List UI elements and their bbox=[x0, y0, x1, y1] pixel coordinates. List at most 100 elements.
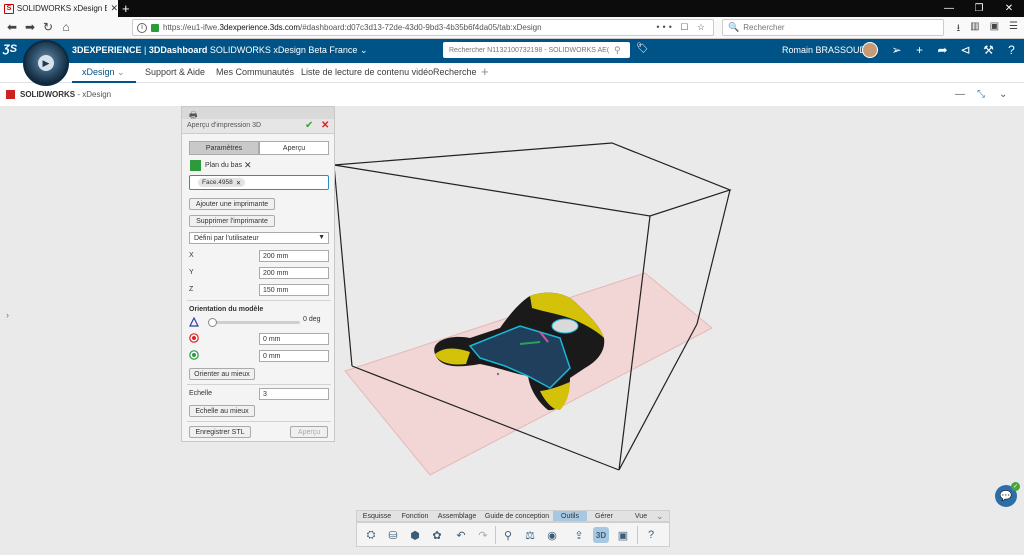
redo-icon[interactable]: ↷ bbox=[475, 527, 491, 543]
tab-communities[interactable]: Mes Communautés bbox=[216, 67, 294, 77]
info-icon[interactable]: i bbox=[137, 22, 147, 33]
forward-icon[interactable]: ➡ bbox=[22, 20, 38, 34]
home-icon[interactable]: ⌂ bbox=[58, 20, 74, 34]
browser-search-box[interactable]: 🔍 bbox=[722, 19, 944, 36]
tab-design-guide[interactable]: Guide de conception bbox=[481, 511, 553, 521]
collapse-widget-icon[interactable]: ⤡ bbox=[977, 89, 985, 100]
z-dimension-field[interactable]: 150 mm bbox=[259, 284, 329, 296]
cancel-icon[interactable]: ✕ bbox=[321, 120, 329, 131]
3d-scene[interactable] bbox=[0, 106, 1024, 555]
url-text[interactable]: https://eu1-ifwe.3dexperience.3ds.com/#d… bbox=[163, 23, 652, 32]
play-icon[interactable]: ▶ bbox=[38, 55, 54, 71]
add-icon[interactable]: + bbox=[912, 42, 927, 57]
browser-tab-title: SOLIDWORKS xDesign Beta Fra bbox=[16, 4, 108, 13]
scale-best-button[interactable]: Echelle au mieux bbox=[189, 405, 255, 417]
tab-manage[interactable]: Gérer bbox=[587, 511, 621, 521]
orient-best-button[interactable]: Orienter au mieux bbox=[189, 368, 255, 380]
download-icon[interactable]: ⭳ bbox=[957, 21, 961, 38]
reload-icon[interactable]: ↻ bbox=[40, 20, 56, 34]
3d-print-icon[interactable]: 3D bbox=[593, 527, 609, 543]
network-icon[interactable]: ⊲ bbox=[958, 42, 973, 57]
divider bbox=[187, 384, 331, 385]
tab-xdesign[interactable]: xDesign ⌄ bbox=[82, 67, 125, 78]
view-options-icon[interactable]: ◉ bbox=[544, 527, 560, 543]
widget-menu-icon[interactable]: ⌄ bbox=[999, 89, 1007, 100]
sidebar-icon[interactable]: ▣ bbox=[990, 21, 999, 38]
minimize-window-button[interactable]: — bbox=[934, 0, 964, 17]
search-icon[interactable]: ⚲ bbox=[614, 45, 621, 56]
add-printer-button[interactable]: Ajouter une imprimante bbox=[189, 198, 275, 210]
chevron-down-icon[interactable]: ⌄ bbox=[117, 67, 125, 77]
app-title[interactable]: 3DEXPERIENCE | 3DDashboard SOLIDWORKS xD… bbox=[72, 45, 367, 56]
face-selection-field[interactable]: Face.4958 ✕ bbox=[189, 175, 329, 190]
tag-icon[interactable]: 🏷 bbox=[636, 43, 649, 54]
offset-field-2[interactable]: 0 mm bbox=[259, 350, 329, 362]
lock-icon bbox=[151, 23, 159, 32]
scale-label: Echelle bbox=[189, 390, 212, 397]
box-icon[interactable]: ⬢ bbox=[407, 527, 423, 543]
balance-icon[interactable]: ⚖ bbox=[522, 527, 538, 543]
tab-support[interactable]: Support & Aide bbox=[145, 67, 205, 77]
measure-icon[interactable]: ⛭ bbox=[363, 527, 379, 543]
3d-viewport[interactable] bbox=[0, 106, 1024, 555]
compass-app-icon[interactable]: ➢ bbox=[889, 42, 904, 57]
browser-search-input[interactable] bbox=[743, 23, 924, 32]
tab-view[interactable]: Vue bbox=[621, 511, 661, 521]
app-search-input[interactable] bbox=[449, 46, 614, 54]
tools-icon[interactable]: ⚒ bbox=[981, 42, 996, 57]
tab-sketch[interactable]: Esquisse bbox=[357, 511, 397, 521]
remove-printer-button[interactable]: Supprimer l'imprimante bbox=[189, 215, 275, 227]
expand-left-panel-icon[interactable]: › bbox=[6, 310, 9, 320]
library-icon[interactable]: ▥ bbox=[970, 21, 979, 38]
image-icon[interactable]: ▣ bbox=[615, 527, 631, 543]
offset-field-1[interactable]: 0 mm bbox=[259, 333, 329, 345]
tab-tools[interactable]: Outils bbox=[553, 511, 587, 521]
new-tab-icon[interactable]: + bbox=[122, 1, 130, 16]
add-tab-icon[interactable]: + bbox=[481, 64, 489, 79]
printer-select[interactable]: Défini par l'utilisateur ▼ bbox=[189, 232, 329, 244]
search-part-icon[interactable]: ⚲ bbox=[500, 527, 516, 543]
collapse-toolbar-icon[interactable]: ⌄ bbox=[656, 511, 664, 522]
back-icon[interactable]: ⬅ bbox=[4, 20, 20, 34]
close-tab-icon[interactable]: ✕ bbox=[110, 3, 118, 14]
help-icon[interactable]: ? bbox=[643, 527, 659, 543]
tab-assembly[interactable]: Assemblage bbox=[433, 511, 481, 521]
minimize-widget-icon[interactable]: — bbox=[955, 89, 965, 100]
preview-button[interactable]: Aperçu bbox=[290, 426, 328, 438]
rotation-slider[interactable] bbox=[208, 318, 300, 327]
user-name[interactable]: Romain BRASSOUD bbox=[782, 45, 866, 55]
page-actions-icon[interactable]: ••• ☐ ☆ bbox=[656, 22, 708, 33]
compass-icon[interactable]: ▶ bbox=[23, 40, 69, 86]
chat-icon[interactable]: 💬 ✓ bbox=[995, 482, 1020, 507]
remove-chip-icon[interactable]: ✕ bbox=[236, 179, 241, 187]
tab-preview[interactable]: Aperçu bbox=[259, 141, 329, 155]
y-dimension-field[interactable]: 200 mm bbox=[259, 267, 329, 279]
stack-icon[interactable]: ⛁ bbox=[385, 527, 401, 543]
panel-title: Aperçu d'impression 3D bbox=[187, 122, 262, 129]
tab-parameters[interactable]: Paramètres bbox=[189, 141, 259, 155]
tab-video-playlist[interactable]: Liste de lecture de contenu vidéo bbox=[301, 67, 433, 77]
help-icon[interactable]: ? bbox=[1004, 42, 1019, 57]
address-bar[interactable]: i https://eu1-ifwe.3dexperience.3ds.com/… bbox=[132, 19, 714, 36]
y-label: Y bbox=[189, 269, 194, 276]
x-dimension-field[interactable]: 200 mm bbox=[259, 250, 329, 262]
browser-tab[interactable]: S SOLIDWORKS xDesign Beta Fra ✕ bbox=[0, 0, 118, 17]
clear-plane-icon[interactable]: ✕ bbox=[244, 160, 252, 171]
divider bbox=[187, 300, 331, 301]
undo-icon[interactable]: ↶ bbox=[453, 527, 469, 543]
tab-search[interactable]: Recherche bbox=[433, 67, 477, 77]
tab-feature[interactable]: Fonction bbox=[397, 511, 433, 521]
confirm-icon[interactable]: ✔ bbox=[305, 120, 313, 131]
export-icon[interactable]: ⇪ bbox=[571, 527, 587, 543]
slider-handle[interactable] bbox=[208, 318, 217, 327]
scale-field[interactable]: 3 bbox=[259, 388, 329, 400]
restore-window-button[interactable]: ❐ bbox=[964, 0, 994, 17]
rebuild-icon[interactable]: ✿ bbox=[429, 527, 445, 543]
avatar[interactable] bbox=[862, 42, 878, 58]
share-icon[interactable]: ➦ bbox=[935, 42, 950, 57]
face-chip[interactable]: Face.4958 ✕ bbox=[198, 178, 246, 187]
menu-icon[interactable]: ☰ bbox=[1009, 21, 1018, 38]
app-search-box[interactable]: ⚲ bbox=[443, 42, 630, 58]
save-stl-button[interactable]: Enregistrer STL bbox=[189, 426, 251, 438]
close-window-button[interactable]: ✕ bbox=[994, 0, 1024, 17]
